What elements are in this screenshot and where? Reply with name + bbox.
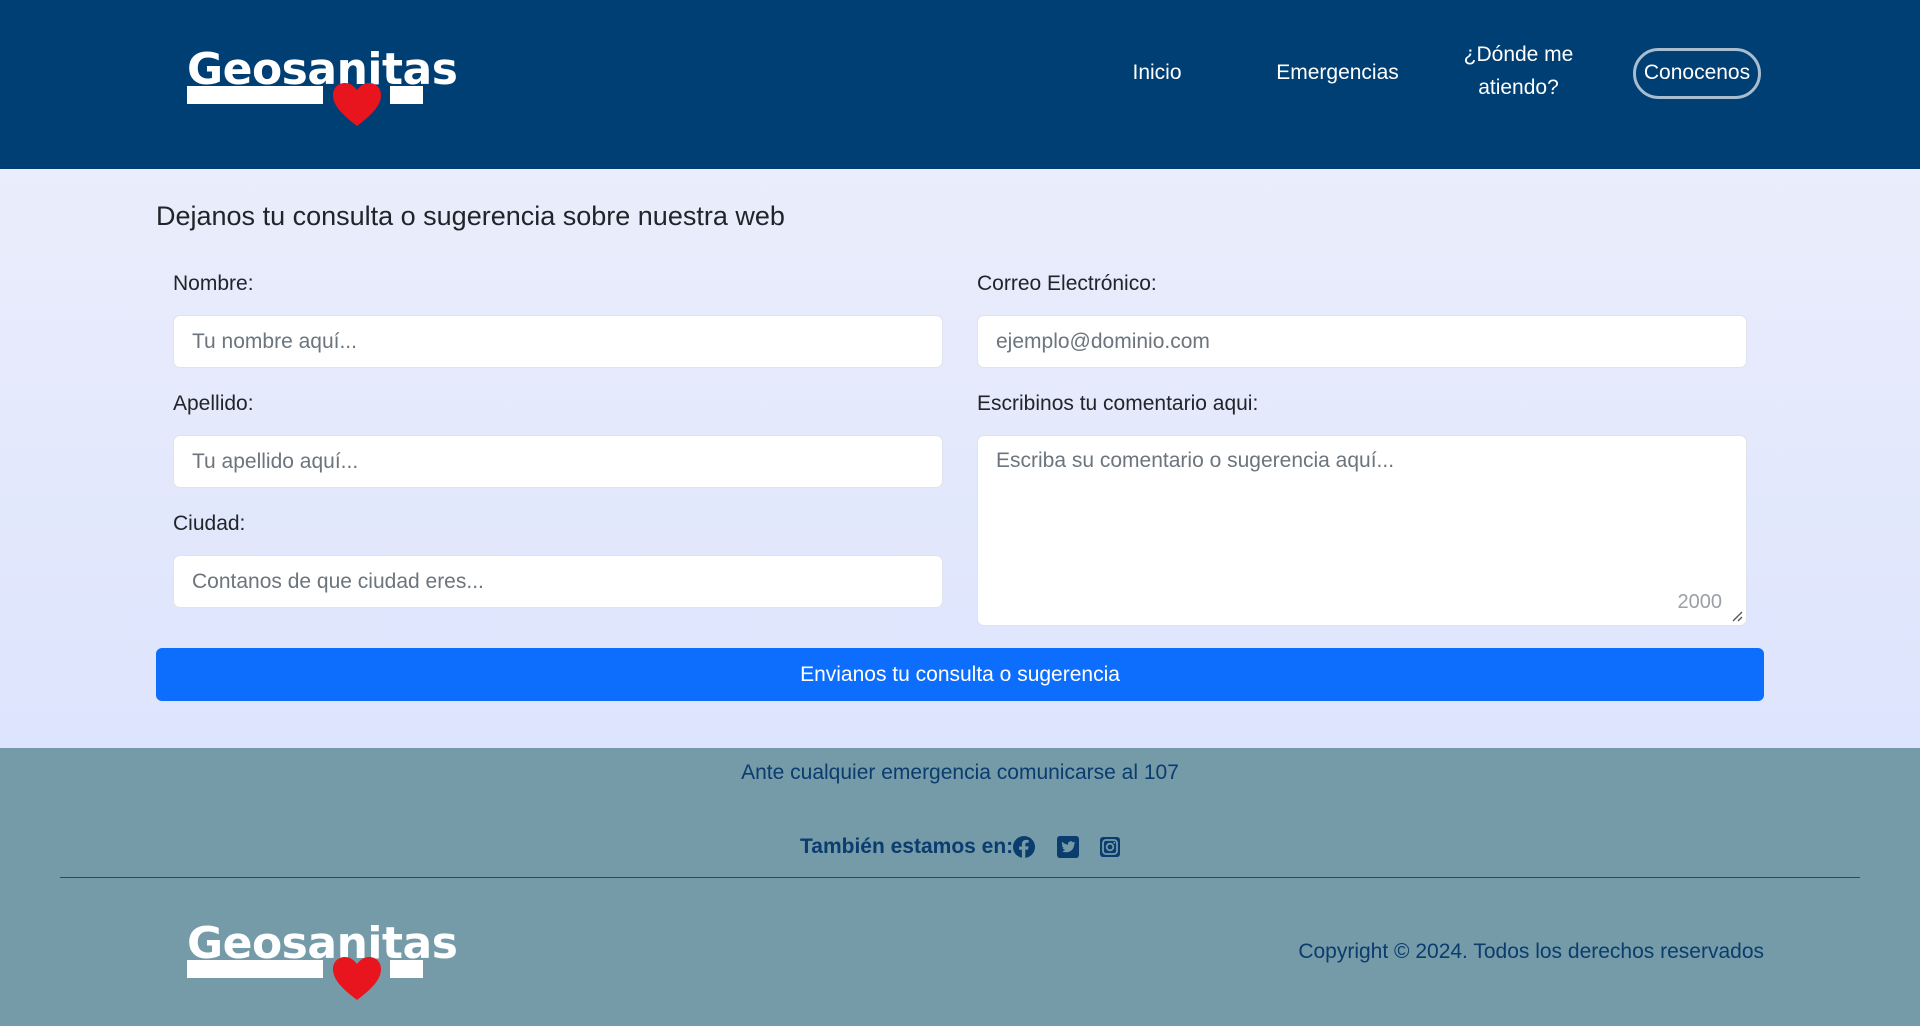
- site-footer: Ante cualquier emergencia comunicarse al…: [0, 748, 1920, 1026]
- nav-conocenos-button[interactable]: Conocenos: [1633, 48, 1761, 99]
- nombre-placeholder: Tu nombre aquí...: [192, 330, 357, 353]
- site-header: Geosanitas Inicio Emergencias ¿Dónde me …: [0, 0, 1920, 169]
- twitter-icon[interactable]: [1056, 835, 1080, 859]
- header-logo[interactable]: Geosanitas: [187, 46, 458, 128]
- form-title: Dejanos tu consulta o sugerencia sobre n…: [156, 201, 785, 231]
- apellido-input[interactable]: Tu apellido aquí...: [173, 435, 943, 488]
- facebook-icon[interactable]: [1012, 835, 1036, 859]
- comentario-textarea[interactable]: Escriba su comentario o sugerencia aquí.…: [977, 435, 1747, 626]
- apellido-placeholder: Tu apellido aquí...: [192, 450, 359, 473]
- char-counter: 2000: [1677, 591, 1723, 613]
- correo-input[interactable]: ejemplo@dominio.com: [977, 315, 1747, 368]
- correo-placeholder: ejemplo@dominio.com: [996, 330, 1210, 353]
- nav-donde-line1: ¿Dónde me: [1463, 43, 1574, 66]
- nav-donde-line2: atiendo?: [1478, 76, 1559, 99]
- heart-icon: [333, 83, 381, 126]
- comentario-placeholder: Escriba su comentario o sugerencia aquí.…: [996, 449, 1395, 472]
- emergency-notice: Ante cualquier emergencia comunicarse al…: [741, 761, 1179, 784]
- logo-bar-left: [187, 86, 323, 104]
- nav-emergencias[interactable]: Emergencias: [1270, 56, 1405, 89]
- logo-bar-left: [187, 960, 323, 978]
- ciudad-input[interactable]: Contanos de que ciudad eres...: [173, 555, 943, 608]
- copyright-text: Copyright © 2024. Todos los derechos res…: [1298, 940, 1764, 963]
- nav-donde-me-atiendo[interactable]: ¿Dónde me atiendo?: [1452, 38, 1585, 104]
- comentario-label: Escribinos tu comentario aqui:: [977, 392, 1259, 415]
- apellido-label: Apellido:: [173, 392, 254, 415]
- ciudad-placeholder: Contanos de que ciudad eres...: [192, 570, 484, 593]
- nav-inicio[interactable]: Inicio: [1110, 56, 1204, 89]
- contact-form-section: Dejanos tu consulta o sugerencia sobre n…: [0, 169, 1920, 748]
- resize-handle-icon[interactable]: [1731, 610, 1743, 622]
- ciudad-label: Ciudad:: [173, 512, 246, 535]
- nombre-input[interactable]: Tu nombre aquí...: [173, 315, 943, 368]
- instagram-icon[interactable]: [1098, 835, 1122, 859]
- heart-icon: [333, 957, 381, 1000]
- submit-button[interactable]: Envianos tu consulta o sugerencia: [156, 648, 1764, 701]
- footer-divider: [60, 877, 1860, 878]
- social-label: También estamos en:: [800, 835, 1014, 858]
- footer-logo[interactable]: Geosanitas: [187, 920, 458, 1002]
- correo-label: Correo Electrónico:: [977, 272, 1157, 295]
- nombre-label: Nombre:: [173, 272, 254, 295]
- logo-bar-right: [390, 86, 423, 104]
- logo-bar-right: [390, 960, 423, 978]
